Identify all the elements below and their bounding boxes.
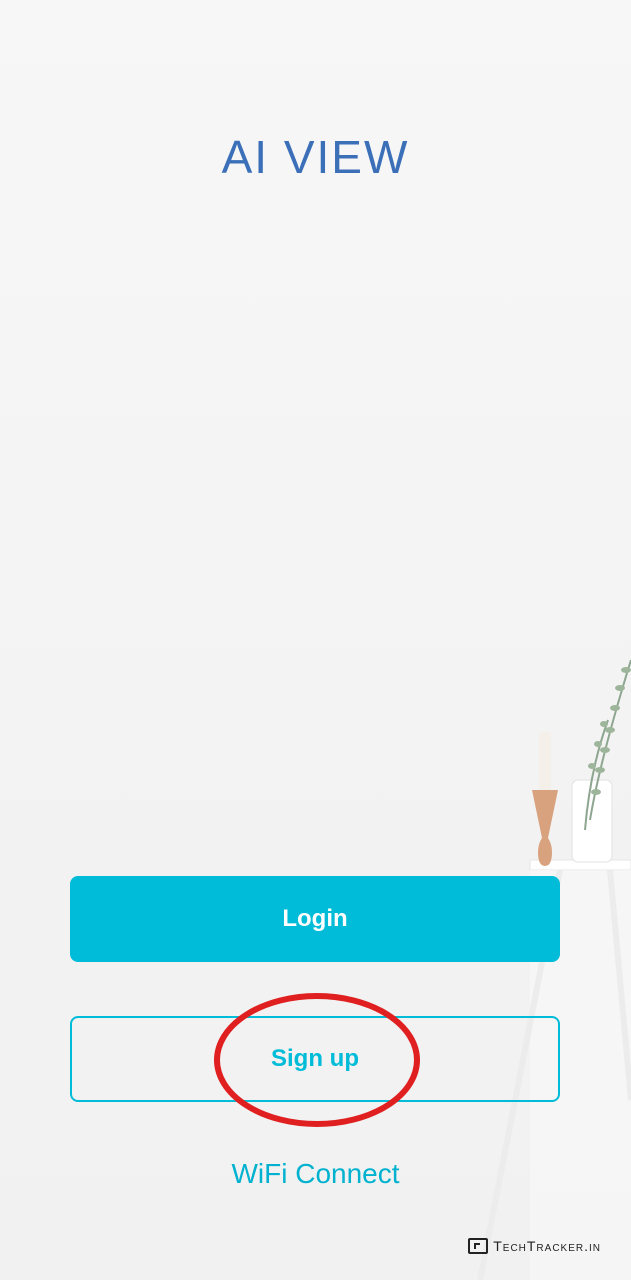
watermark: TechTracker.in bbox=[468, 1238, 601, 1254]
app-title: AI VIEW bbox=[221, 131, 410, 183]
login-button[interactable]: Login bbox=[70, 876, 560, 962]
watermark-text: TechTracker.in bbox=[493, 1238, 601, 1254]
signup-button[interactable]: Sign up bbox=[70, 1016, 560, 1102]
cursor-window-icon bbox=[468, 1238, 489, 1254]
wifi-connect-link[interactable]: WiFi Connect bbox=[0, 1158, 631, 1190]
